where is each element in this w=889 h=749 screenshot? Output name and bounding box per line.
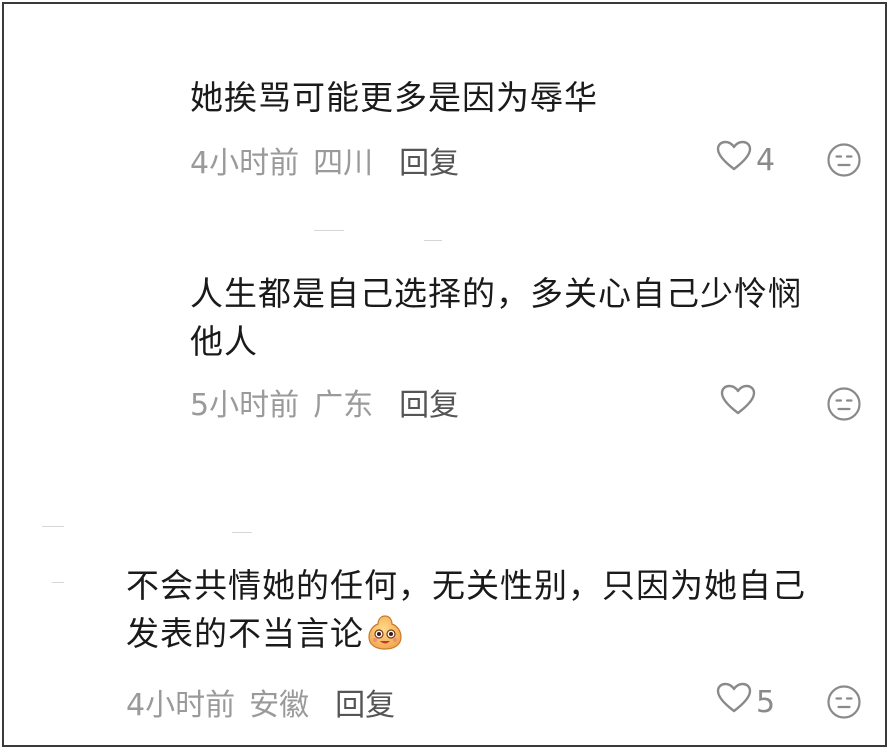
comment-text: 人生都是自己选择的，多关心自己少怜悯 他人 <box>190 270 870 366</box>
comment-time: 5小时前 <box>190 388 300 423</box>
neutral-face-icon <box>826 143 862 182</box>
dislike-button[interactable] <box>826 142 862 182</box>
like-button[interactable]: 4 <box>716 138 775 182</box>
smiling-bean-emoji-icon <box>366 613 404 651</box>
divider <box>424 240 442 241</box>
comment-meta: 5小时前 广东 回复 <box>190 380 459 424</box>
comment-meta: 4小时前 安徽 回复 <box>126 680 395 724</box>
reply-button[interactable]: 回复 <box>399 380 459 424</box>
comment-text-line: 发表的不当言论 <box>126 610 871 658</box>
neutral-face-icon <box>826 387 862 426</box>
comment-time: 4小时前 <box>126 688 236 723</box>
comment-location: 广东 <box>313 388 374 423</box>
reply-button[interactable]: 回复 <box>399 138 459 182</box>
comment-list: 她挨骂可能更多是因为辱华 4小时前 四川 回复 4 人生都是自己选择的，多关心自… <box>2 2 887 747</box>
divider <box>232 532 252 533</box>
comment-text-line: 人生都是自己选择的，多关心自己少怜悯 <box>190 274 802 313</box>
comment-text: 她挨骂可能更多是因为辱华 <box>190 78 598 117</box>
like-button[interactable] <box>720 384 760 424</box>
divider <box>42 526 64 527</box>
dislike-button[interactable] <box>826 684 862 724</box>
heart-outline-icon <box>716 682 752 722</box>
comment-meta: 4小时前 四川 回复 <box>190 138 459 182</box>
like-button[interactable]: 5 <box>716 680 775 724</box>
like-count: 5 <box>756 684 776 720</box>
heart-outline-icon <box>720 384 756 424</box>
neutral-face-icon <box>826 685 862 724</box>
comment-location: 安徽 <box>249 688 310 723</box>
comment-text-line: 他人 <box>190 322 258 361</box>
comment-text: 不会共情她的任何，无关性别，只因为她自己 发表的不当言论 <box>126 562 871 658</box>
dislike-button[interactable] <box>826 386 862 426</box>
divider <box>314 230 344 231</box>
heart-outline-icon <box>716 140 752 180</box>
like-count: 4 <box>756 142 776 178</box>
comment-location: 四川 <box>313 146 374 181</box>
comment-text-line: 不会共情她的任何，无关性别，只因为她自己 <box>126 566 806 605</box>
divider <box>52 582 64 583</box>
reply-button[interactable]: 回复 <box>335 680 395 724</box>
comment-time: 4小时前 <box>190 146 300 181</box>
comment-text-segment: 发表的不当言论 <box>126 614 364 653</box>
